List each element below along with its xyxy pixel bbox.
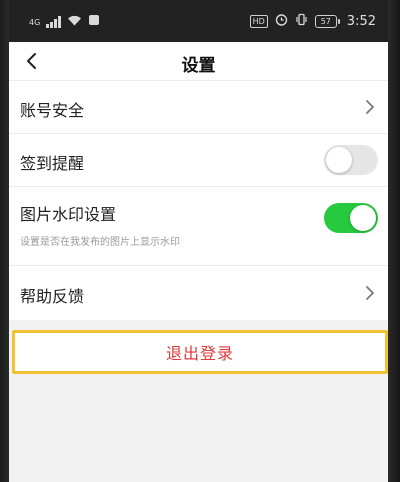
logout-section: 退出登录 (12, 330, 388, 374)
row-help-feedback[interactable]: 帮助反馈 (9, 265, 388, 320)
status-right: HD 57 3:52 (249, 13, 376, 30)
toggle-knob (326, 147, 352, 173)
watermark-description: 设置是否在我发布的图片上显示水印 (20, 237, 180, 248)
wifi-icon (67, 14, 82, 30)
status-left: 4G (29, 14, 100, 30)
status-time: 3:52 (346, 14, 376, 29)
row-checkin-reminder: 签到提醒 (9, 133, 388, 186)
row-watermark: 图片水印设置 设置是否在我发布的图片上显示水印 (9, 186, 388, 265)
logout-button[interactable]: 退出登录 (12, 330, 388, 374)
account-security-label: 账号安全 (20, 101, 85, 120)
alarm-icon (275, 13, 288, 30)
phone-frame: 4G HD 57 3:52 设置 账号安全 签到提醒 图片水印设置 设置是否在我… (0, 0, 400, 482)
hd-icon: HD (249, 15, 268, 28)
row-account-security[interactable]: 账号安全 (9, 80, 388, 133)
settings-list: 账号安全 签到提醒 图片水印设置 设置是否在我发布的图片上显示水印 帮助反馈 (9, 80, 388, 320)
toggle-knob (350, 205, 376, 231)
checkin-reminder-toggle[interactable] (324, 145, 378, 175)
nav-header: 设置 (9, 42, 388, 80)
app-screen: 4G HD 57 3:52 设置 账号安全 签到提醒 图片水印设置 设置是否在我… (9, 0, 388, 482)
watermark-label: 图片水印设置 (20, 205, 117, 224)
logout-label: 退出登录 (165, 344, 234, 363)
vibrate-icon (295, 13, 308, 30)
chevron-right-icon (366, 286, 374, 300)
page-title: 设置 (181, 56, 216, 76)
checkin-reminder-label: 签到提醒 (20, 154, 85, 173)
notification-icon (88, 14, 100, 30)
watermark-toggle[interactable] (324, 203, 378, 233)
status-bar: 4G HD 57 3:52 (9, 0, 388, 42)
battery-icon: 57 (314, 15, 340, 28)
chevron-right-icon (366, 100, 374, 114)
signal-icon (46, 16, 61, 28)
bezel-left (0, 0, 9, 482)
battery-level: 57 (314, 15, 337, 28)
network-type: 4G (29, 17, 41, 27)
bezel-right (388, 0, 400, 482)
help-feedback-label: 帮助反馈 (20, 287, 85, 306)
